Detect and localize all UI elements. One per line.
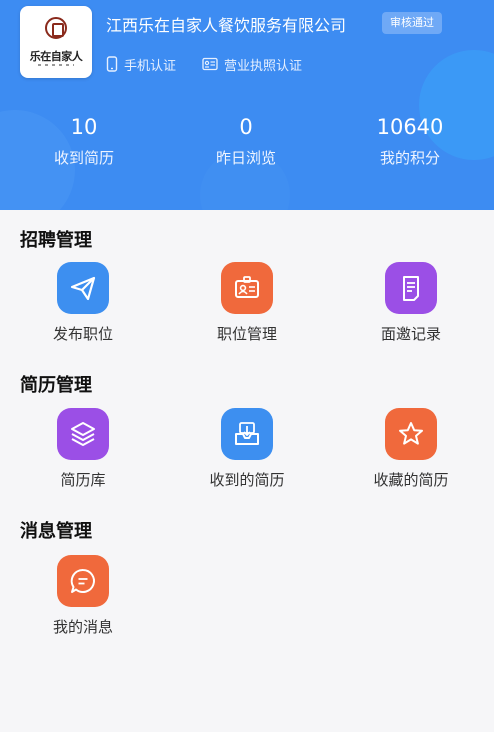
post-job-label: 发布职位 [52,325,113,343]
section-title-resume: 简历管理 [20,375,92,396]
phone-certification[interactable]: 手机认证 [106,55,177,74]
stat-yesterday-views[interactable]: 0 昨日浏览 [166,113,326,168]
stat-resumes-received[interactable]: 10 收到简历 [4,113,164,168]
saved-resumes-label: 收藏的简历 [373,471,449,489]
stat-value: 0 [239,115,253,139]
inbox-download-icon [221,408,273,460]
star-icon [385,408,437,460]
job-management-button[interactable]: 职位管理 [187,262,307,344]
paper-plane-icon [57,262,109,314]
phone-certification-label: 手机认证 [124,58,177,74]
saved-resumes-button[interactable]: 收藏的简历 [351,408,471,490]
logo-divider [38,64,74,66]
job-management-label: 职位管理 [216,325,277,343]
license-icon [202,57,218,71]
resume-library-label: 简历库 [60,471,106,489]
status-badge: 审核通过 [382,12,442,34]
stat-my-points[interactable]: 10640 我的积分 [330,113,490,168]
profile-header: 乐在自家人 江西乐在自家人餐饮服务有限公司 审核通过 手机认证 营业执照认证 1… [0,0,494,210]
layers-icon [57,408,109,460]
chat-bubble-icon [57,555,109,607]
resume-library-button[interactable]: 简历库 [23,408,143,490]
my-messages-button[interactable]: 我的消息 [23,555,143,637]
interview-records-label: 面邀记录 [380,325,441,343]
license-certification-label: 营业执照认证 [224,58,303,74]
logo-text: 乐在自家人 [29,50,83,63]
my-messages-label: 我的消息 [52,618,113,636]
company-name: 江西乐在自家人餐饮服务有限公司 [106,16,347,35]
post-job-button[interactable]: 发布职位 [23,262,143,344]
company-logo[interactable]: 乐在自家人 [20,6,92,78]
stat-value: 10 [70,115,98,139]
section-title-messages: 消息管理 [20,521,92,542]
id-card-icon [221,262,273,314]
logo-seal-icon [45,17,67,39]
phone-icon [106,56,118,72]
stat-label: 我的积分 [379,149,440,167]
stat-label: 昨日浏览 [215,149,276,167]
stat-label: 收到简历 [53,149,114,167]
license-certification[interactable]: 营业执照认证 [202,55,303,74]
document-icon [385,262,437,314]
section-title-recruitment: 招聘管理 [20,230,92,251]
management-menu: 招聘管理 发布职位 职位管理 面邀记录 简历管理 简历库 收到的简历 收藏的简历… [0,210,494,732]
stat-value: 10640 [376,115,444,139]
received-resumes-label: 收到的简历 [209,471,285,489]
interview-records-button[interactable]: 面邀记录 [351,262,471,344]
received-resumes-button[interactable]: 收到的简历 [187,408,307,490]
